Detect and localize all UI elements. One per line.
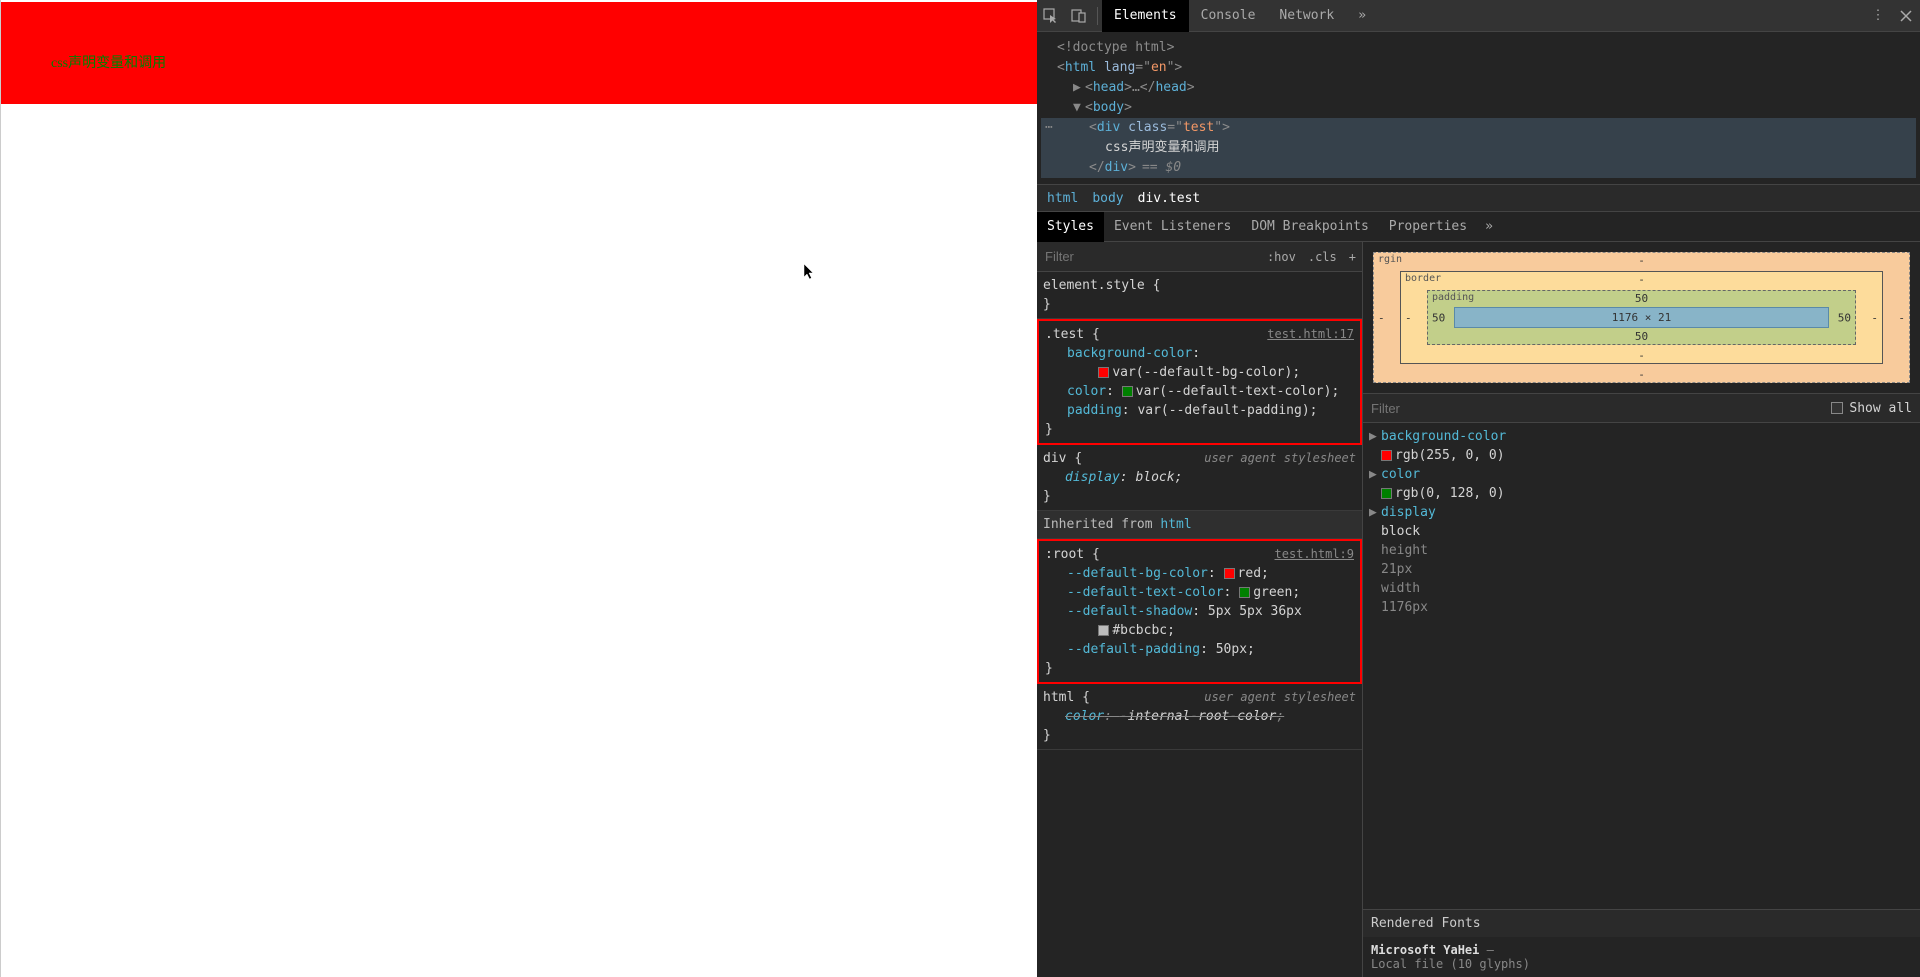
breadcrumb: html body div.test [1037,184,1920,212]
styles-column: :hov .cls + element.style { } test.html:… [1037,242,1363,977]
styles-tabbar: Styles Event Listeners DOM Breakpoints P… [1037,212,1920,242]
devtools-panel: Elements Console Network » ⋮ <!doctype h… [1037,0,1920,977]
kebab-menu-icon[interactable]: ⋮ [1864,0,1892,32]
tab-dom-breakpoints[interactable]: DOM Breakpoints [1241,212,1378,242]
dom-html-open[interactable]: <html lang="en"> [1041,58,1916,78]
showall-label: Show all [1849,401,1912,416]
tab-styles-more[interactable]: » [1477,219,1501,234]
rendered-fonts-header: Rendered Fonts [1363,909,1920,937]
test-div: css声明变量和调用 [1,2,1037,104]
dom-tree[interactable]: <!doctype html> <html lang="en"> ▶<head>… [1037,32,1920,184]
dom-doctype[interactable]: <!doctype html> [1041,38,1916,58]
styles-list: element.style { } test.html:17 .test { b… [1037,272,1362,977]
tab-properties[interactable]: Properties [1379,212,1477,242]
dom-head[interactable]: ▶<head>…</head> [1041,78,1916,98]
inspect-icon[interactable] [1037,0,1065,32]
styles-filter-input[interactable] [1037,249,1261,264]
computed-column: rgin ---- border ---- padding 50505050 1… [1363,242,1920,977]
computed-filter-row: Show all [1363,393,1920,423]
close-icon[interactable] [1892,0,1920,32]
box-model[interactable]: rgin ---- border ---- padding 50505050 1… [1363,242,1920,393]
source-link[interactable]: test.html:17 [1267,325,1354,344]
styles-filter-row: :hov .cls + [1037,242,1362,272]
computed-list[interactable]: ▶background-color rgb(255, 0, 0) ▶color … [1363,423,1920,909]
dom-body-open[interactable]: ▼<body> [1041,98,1916,118]
devtools-tabbar: Elements Console Network » ⋮ [1037,0,1920,32]
tab-more[interactable]: » [1346,0,1378,32]
page-viewport: css声明变量和调用 [0,0,1037,977]
tab-styles[interactable]: Styles [1037,212,1104,242]
rule-element-style[interactable]: element.style { } [1037,272,1362,319]
rendered-fonts-body: Microsoft YaHei — Local file (10 glyphs) [1363,937,1920,977]
rule-html-ua[interactable]: user agent stylesheet html { color: -int… [1037,684,1362,750]
rule-test[interactable]: test.html:17 .test { background-color: v… [1037,319,1362,445]
crumb-html[interactable]: html [1047,191,1078,206]
mouse-cursor [804,264,816,280]
tab-console[interactable]: Console [1189,0,1268,32]
crumb-body[interactable]: body [1092,191,1123,206]
crumb-divtest[interactable]: div.test [1138,191,1201,206]
tab-network[interactable]: Network [1267,0,1346,32]
cls-toggle[interactable]: .cls [1302,250,1343,264]
new-rule-button[interactable]: + [1343,250,1362,264]
source-link[interactable]: test.html:9 [1275,545,1354,564]
dom-selected-node[interactable]: ⋯ <div class="test"> css声明变量和调用 </div>==… [1041,118,1916,178]
rule-root[interactable]: test.html:9 :root { --default-bg-color: … [1037,539,1362,684]
showall-checkbox[interactable] [1831,402,1843,414]
tab-elements[interactable]: Elements [1102,0,1189,32]
computed-filter-input[interactable] [1371,401,1831,416]
rule-div-ua[interactable]: user agent stylesheet div { display: blo… [1037,445,1362,511]
inherited-header: Inherited from html [1037,511,1362,539]
device-toggle-icon[interactable] [1065,0,1093,32]
hov-toggle[interactable]: :hov [1261,250,1302,264]
tab-event-listeners[interactable]: Event Listeners [1104,212,1241,242]
